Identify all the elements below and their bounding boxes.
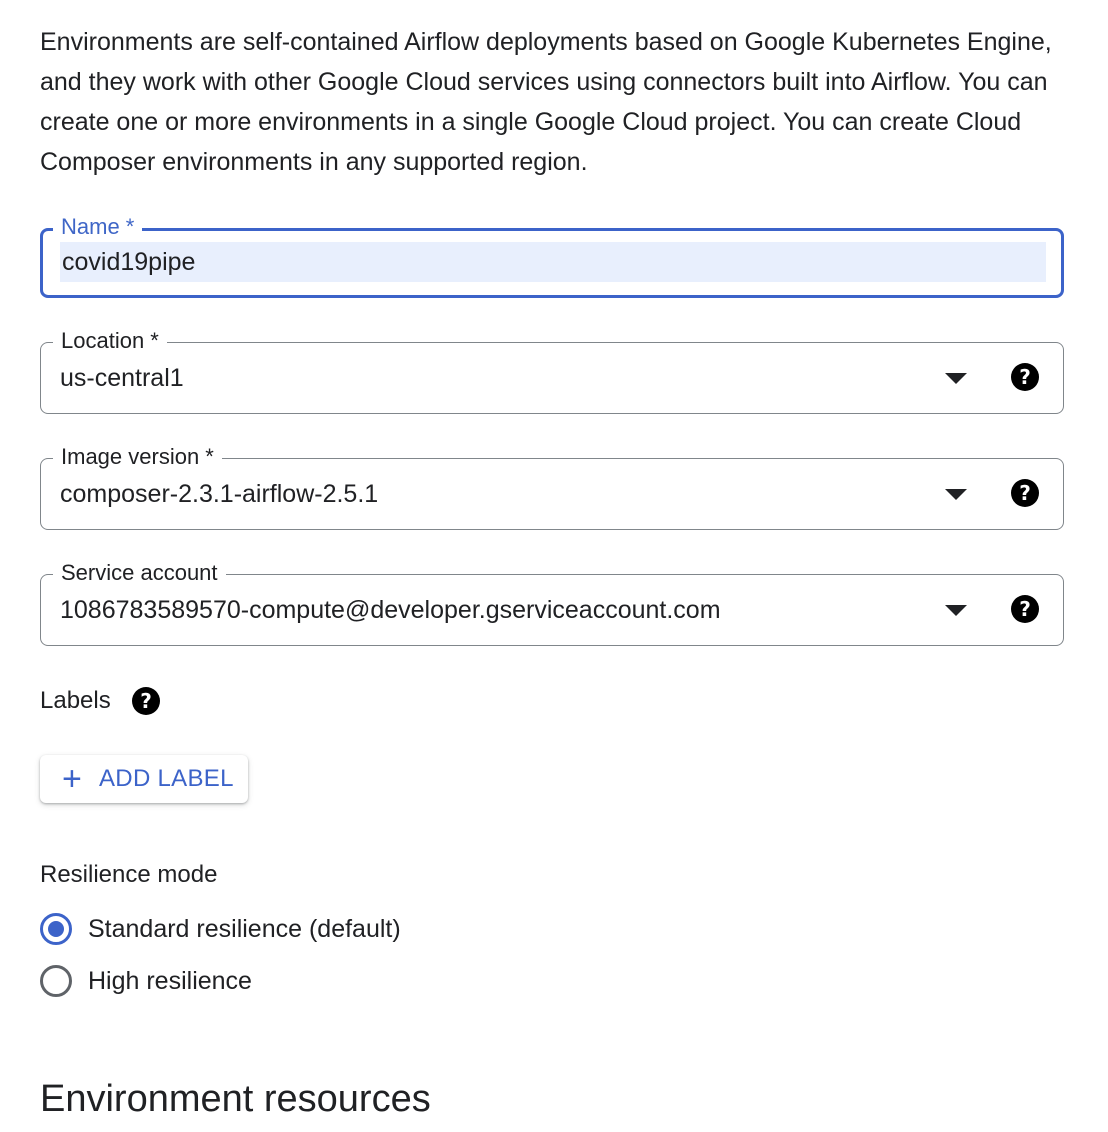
intro-description: Environments are self-contained Airflow …: [40, 28, 1052, 176]
plus-icon: +: [62, 760, 83, 798]
service-account-field[interactable]: Service account 1086783589570-compute@de…: [40, 558, 1064, 646]
image-version-field-label: Image version *: [53, 442, 222, 472]
radio-label-standard: Standard resilience (default): [88, 915, 401, 943]
location-field[interactable]: Location * us-central1 ?: [40, 326, 1064, 414]
image-version-field[interactable]: Image version * composer-2.3.1-airflow-2…: [40, 442, 1064, 530]
help-icon[interactable]: ?: [1011, 479, 1039, 507]
service-account-value: 1086783589570-compute@developer.gservice…: [60, 596, 721, 624]
labels-heading: Labels: [40, 687, 111, 714]
radio-checked-icon[interactable]: [40, 913, 72, 945]
location-field-label: Location *: [53, 326, 167, 356]
dropdown-arrow-icon[interactable]: [945, 373, 967, 384]
help-icon[interactable]: ?: [1011, 363, 1039, 391]
resilience-mode-heading: Resilience mode: [40, 861, 218, 888]
name-input[interactable]: [60, 242, 1046, 282]
radio-unchecked-icon[interactable]: [40, 965, 72, 997]
dropdown-arrow-icon[interactable]: [945, 489, 967, 500]
add-label-button-text: ADD LABEL: [99, 765, 234, 792]
service-account-field-label: Service account: [53, 558, 226, 588]
labels-help-icon[interactable]: ?: [132, 687, 160, 715]
help-icon[interactable]: ?: [1011, 595, 1039, 623]
location-value: us-central1: [60, 364, 184, 392]
environment-resources-heading: Environment resources: [40, 1078, 431, 1120]
name-field-label: Name *: [53, 212, 143, 242]
dropdown-arrow-icon[interactable]: [945, 605, 967, 616]
add-label-button[interactable]: + ADD LABEL: [40, 755, 248, 803]
name-field[interactable]: Name *: [40, 212, 1064, 298]
radio-label-high: High resilience: [88, 967, 252, 995]
image-version-value: composer-2.3.1-airflow-2.5.1: [60, 480, 379, 508]
